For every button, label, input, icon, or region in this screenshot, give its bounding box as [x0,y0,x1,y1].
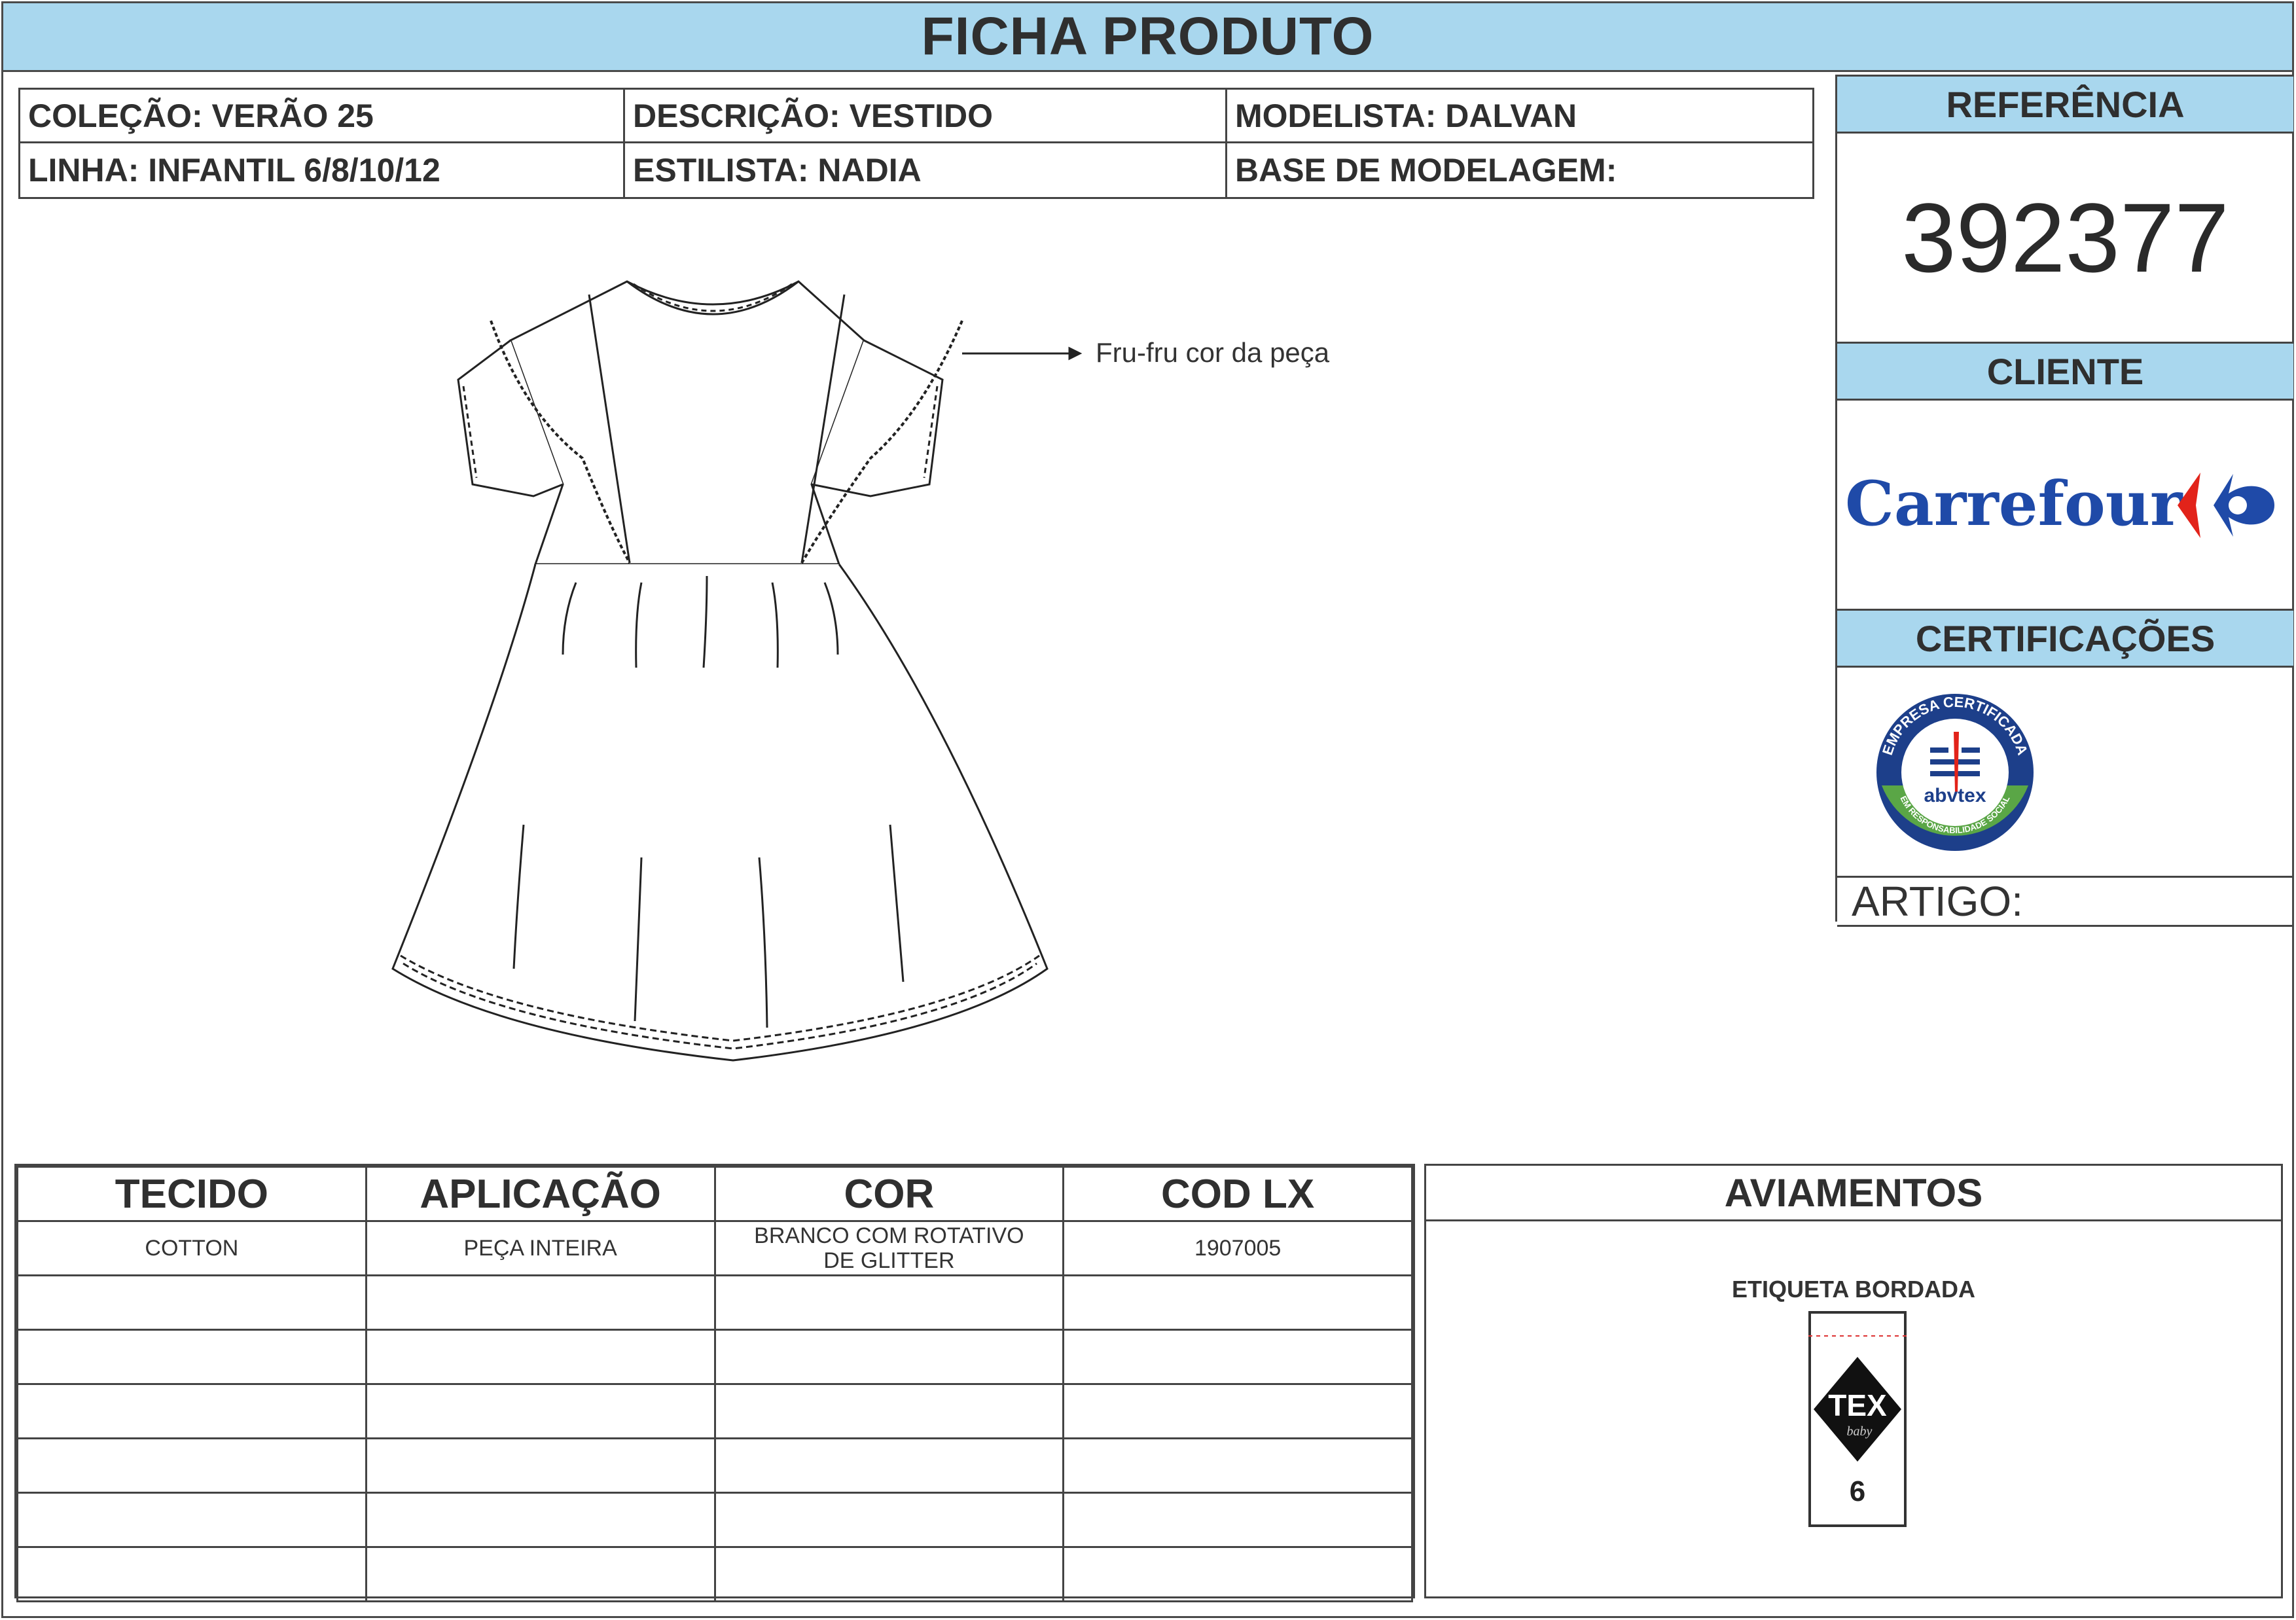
linha-cell: LINHA: INFANTIL 6/8/10/12 [20,143,625,197]
table-cell [16,1437,367,1494]
table-cell [16,1492,367,1548]
header-cor: COR [713,1166,1065,1222]
base-modelagem-cell: BASE DE MODELAGEM: [1235,152,1617,189]
cell-cor: BRANCO COM ROTATIVO DE GLITTER [713,1220,1065,1276]
table-cell [1062,1329,1413,1385]
etiqueta-label: ETIQUETA BORDADA [1732,1276,1975,1303]
info-table: COLEÇÃO: VERÃO 25 DESCRIÇÃO: VESTIDO MOD… [18,88,1814,199]
carrefour-logo: Carrefour [1845,468,2274,540]
table-row [16,1437,1413,1494]
cliente-header: CLIENTE [1837,342,2293,401]
table-cell [713,1383,1065,1439]
title-bar: FICHA PRODUTO [1,1,2294,72]
referencia-box: 392377 [1837,134,2293,342]
tag-size: 6 [1850,1475,1865,1507]
artigo-label: ARTIGO: [1837,878,2293,927]
referencia-number: 392377 [1901,182,2229,293]
tag-logo: TEX [1828,1388,1887,1422]
table-cell [365,1329,716,1385]
table-row [16,1492,1413,1548]
tag-sub: baby [1847,1424,1873,1439]
table-row [16,1274,1413,1331]
descricao-cell: DESCRIÇÃO: VESTIDO [625,90,1227,143]
table-row [16,1329,1413,1385]
page-title: FICHA PRODUTO [921,7,1374,66]
aviamentos-header: AVIAMENTOS [1426,1166,2281,1221]
colecao-cell: COLEÇÃO: VERÃO 25 [20,90,625,143]
table-header-row: TECIDO APLICAÇÃO COR COD LX [16,1166,1413,1222]
dress-technical-drawing [391,280,1083,1062]
cell-aplicacao: PEÇA INTEIRA [365,1220,716,1276]
table-cell [1062,1383,1413,1439]
table-cell [713,1546,1065,1602]
table-cell [1062,1546,1413,1602]
modelista-cell: MODELISTA: DALVAN [1227,90,1812,143]
table-cell [16,1274,367,1331]
table-cell [713,1437,1065,1494]
table-row [16,1546,1413,1602]
table-cell [16,1329,367,1385]
header-aplicacao: APLICAÇÃO [365,1166,716,1222]
header-cod-lx: COD LX [1062,1166,1413,1222]
table-cell [1062,1492,1413,1548]
table-cell [365,1383,716,1439]
table-cell [713,1274,1065,1331]
abvtex-brand: abvtex [1924,785,1986,806]
fabric-table: TECIDO APLICAÇÃO COR COD LX COTTON PEÇA … [14,1164,1415,1602]
table-cell [365,1437,716,1494]
cliente-box: Carrefour [1837,401,2293,609]
table-cell [365,1274,716,1331]
cell-tecido: COTTON [16,1220,367,1276]
table-cell [1062,1437,1413,1494]
abvtex-badge: EMPRESA CERTIFICADA EM RESPONSABILIDADE … [1876,694,2034,851]
table-cell [713,1492,1065,1548]
table-cell [713,1329,1065,1385]
table-row [16,1383,1413,1439]
certificacoes-box: EMPRESA CERTIFICADA EM RESPONSABILIDADE … [1837,668,2293,878]
table-cell [365,1492,716,1548]
table-cell [16,1546,367,1602]
table-cell [1062,1274,1413,1331]
drawing-annotation: Fru-fru cor da peça [1096,337,1330,368]
carrefour-wordmark: Carrefour [1845,468,2183,540]
side-panel: REFERÊNCIA 392377 CLIENTE Carrefour CERT… [1835,75,2293,927]
table-cell [365,1546,716,1602]
certificacoes-header: CERTIFICAÇÕES [1837,609,2293,668]
aviamentos-panel: AVIAMENTOS ETIQUETA BORDADA TEX baby 6 [1424,1164,2283,1598]
referencia-header: REFERÊNCIA [1837,75,2293,134]
cell-cod-lx: 1907005 [1062,1220,1413,1276]
etiqueta-bordada-image: TEX baby 6 [1808,1311,1907,1527]
header-tecido: TECIDO [16,1166,367,1222]
estilista-cell: ESTILISTA: NADIA [625,143,1227,197]
table-cell [16,1383,367,1439]
table-row: COTTON PEÇA INTEIRA BRANCO COM ROTATIVO … [16,1220,1413,1276]
